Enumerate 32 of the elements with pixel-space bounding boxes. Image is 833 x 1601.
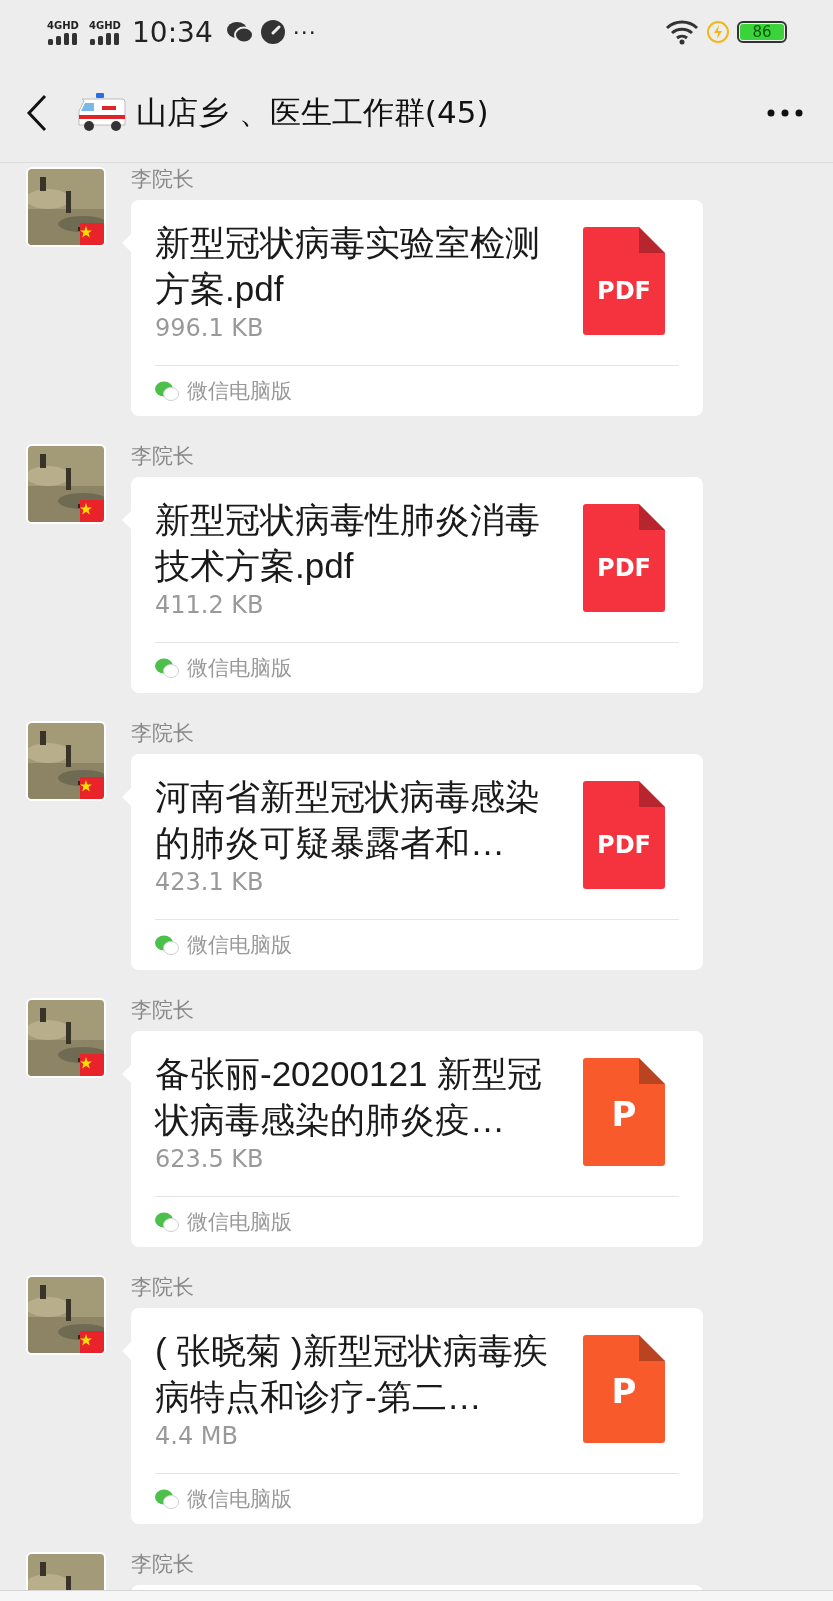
clock-time: 10:34 — [132, 15, 213, 49]
file-type-label: P — [610, 1371, 638, 1411]
file-type-label: P — [610, 1094, 638, 1134]
file-name: 新型冠状病毒实验室检测方案.pdf — [155, 222, 541, 310]
file-size: 411.2 KB — [155, 591, 265, 619]
sender-name: 李院长 — [131, 1552, 195, 1578]
source-label: 微信电脑版 — [187, 655, 292, 682]
sender-name: 李院长 — [131, 998, 195, 1024]
source-label: 微信电脑版 — [187, 932, 292, 959]
sender-name: 李院长 — [131, 721, 195, 747]
file-name: ( 张晓菊 )新型冠状病毒疾病特点和诊疗-第二… — [155, 1330, 549, 1418]
file-type-label: PDF — [596, 831, 652, 859]
source-label: 微信电脑版 — [187, 1486, 292, 1513]
sender-name: 李院长 — [131, 444, 195, 470]
file-type-label: PDF — [596, 277, 652, 305]
network-type-label: 4GHD — [47, 19, 79, 31]
sender-name: 李院长 — [131, 1275, 195, 1301]
file-name: 新型冠状病毒性肺炎消毒技术方案.pdf — [155, 499, 541, 587]
source-label: 微信电脑版 — [187, 1209, 292, 1236]
file-size: 996.1 KB — [155, 314, 265, 342]
file-type-label: PDF — [596, 554, 652, 582]
source-label: 微信电脑版 — [187, 378, 292, 405]
battery-level-label: 86 — [740, 24, 784, 40]
sender-name: 李院长 — [131, 167, 195, 193]
chat-title: 山店乡 、医生工作群(45) — [136, 93, 489, 132]
file-name: 河南省新型冠状病毒感染的肺炎可疑暴露者和… — [155, 776, 541, 864]
file-size: 4.4 MB — [155, 1422, 239, 1450]
file-name: 备张丽-20200121 新型冠状病毒感染的肺炎疫… — [155, 1053, 544, 1141]
file-size: 623.5 KB — [155, 1145, 265, 1173]
file-size: 423.1 KB — [155, 868, 265, 896]
more-notifications-label: ··· — [292, 19, 317, 45]
network-type-label: 4GHD — [89, 19, 121, 31]
